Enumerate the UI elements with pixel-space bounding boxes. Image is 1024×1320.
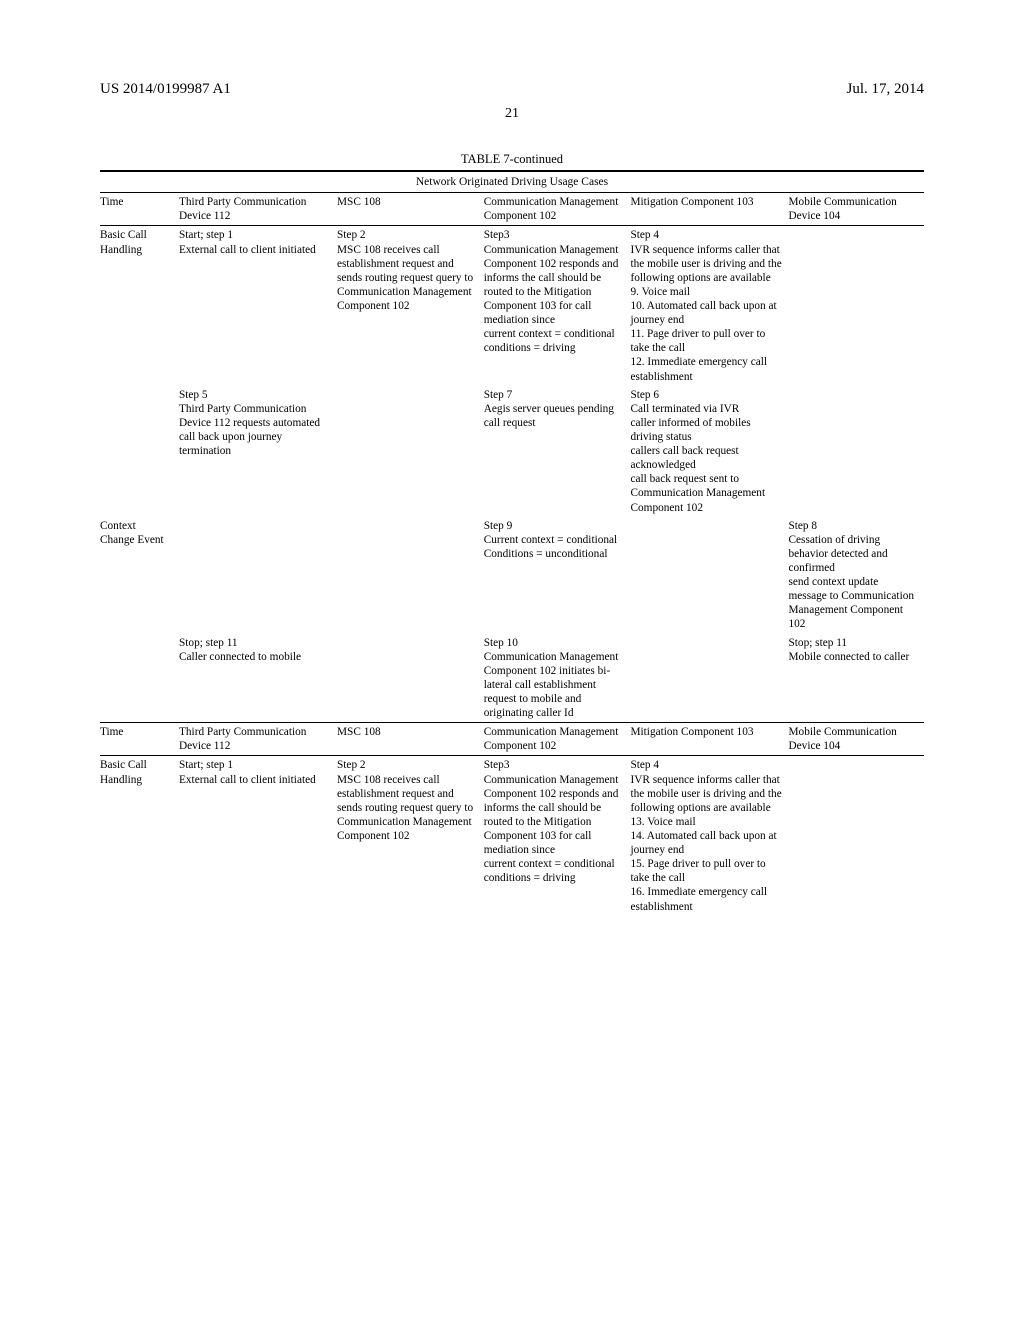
cell: Step 9 Current context = conditional Con…: [484, 517, 631, 634]
col-mobile: Mobile Communication Device 104: [789, 723, 925, 756]
cell: Step3 Communication Management Component…: [484, 756, 631, 916]
cell: Step 2 MSC 108 receives call establishme…: [337, 756, 484, 916]
cell: Step 2 MSC 108 receives call establishme…: [337, 226, 484, 386]
cell: Stop; step 11 Caller connected to mobile: [179, 634, 337, 723]
col-mitigation: Mitigation Component 103: [630, 193, 788, 226]
cell: Step 6 Call terminated via IVR caller in…: [630, 386, 788, 517]
publication-number: US 2014/0199987 A1: [100, 80, 231, 99]
col-msc: MSC 108: [337, 723, 484, 756]
cell: Step 4 IVR sequence informs caller that …: [630, 756, 788, 916]
table-title: TABLE 7-continued: [100, 152, 924, 168]
table-header-row: Time Third Party Communication Device 11…: [100, 723, 924, 756]
col-cmc: Communication Management Component 102: [484, 723, 631, 756]
cell: Step 8 Cessation of driving behavior det…: [789, 517, 925, 634]
col-time: Time: [100, 723, 179, 756]
col-third-party: Third Party Communication Device 112: [179, 193, 337, 226]
cell: [630, 634, 788, 723]
page: US 2014/0199987 A1 Jul. 17, 2014 21 TABL…: [0, 0, 1024, 1320]
cell: [179, 517, 337, 634]
table-header-row: Time Third Party Communication Device 11…: [100, 193, 924, 226]
cell: [337, 634, 484, 723]
table-subtitle: Network Originated Driving Usage Cases: [100, 172, 924, 192]
cell: Step 4 IVR sequence informs caller that …: [630, 226, 788, 386]
cell: [100, 386, 179, 517]
page-header: US 2014/0199987 A1 Jul. 17, 2014: [100, 80, 924, 99]
table-row: Stop; step 11 Caller connected to mobile…: [100, 634, 924, 723]
col-third-party: Third Party Communication Device 112: [179, 723, 337, 756]
cell: Step 5 Third Party Communication Device …: [179, 386, 337, 517]
table-row: Context Change Event Step 9 Current cont…: [100, 517, 924, 634]
col-cmc: Communication Management Component 102: [484, 193, 631, 226]
cell: Start; step 1 External call to client in…: [179, 756, 337, 916]
col-msc: MSC 108: [337, 193, 484, 226]
cell: [337, 386, 484, 517]
cell: [789, 226, 925, 386]
page-number: 21: [100, 105, 924, 123]
cell: [789, 756, 925, 916]
cell: Step3 Communication Management Component…: [484, 226, 631, 386]
cell: [630, 517, 788, 634]
table-row: Step 5 Third Party Communication Device …: [100, 386, 924, 517]
col-mitigation: Mitigation Component 103: [630, 723, 788, 756]
col-mobile: Mobile Communication Device 104: [789, 193, 925, 226]
table-row: Basic Call Handling Start; step 1 Extern…: [100, 226, 924, 386]
col-time: Time: [100, 193, 179, 226]
cell: Basic Call Handling: [100, 756, 179, 916]
cell: Context Change Event: [100, 517, 179, 634]
table-row: Basic Call Handling Start; step 1 Extern…: [100, 756, 924, 916]
cell: Step 10 Communication Management Compone…: [484, 634, 631, 723]
cell: [100, 634, 179, 723]
cell: Start; step 1 External call to client in…: [179, 226, 337, 386]
publication-date: Jul. 17, 2014: [846, 80, 924, 99]
cell: Stop; step 11 Mobile connected to caller: [789, 634, 925, 723]
usage-table: Time Third Party Communication Device 11…: [100, 193, 924, 915]
cell: Step 7 Aegis server queues pending call …: [484, 386, 631, 517]
cell: Basic Call Handling: [100, 226, 179, 386]
cell: [337, 517, 484, 634]
cell: [789, 386, 925, 517]
